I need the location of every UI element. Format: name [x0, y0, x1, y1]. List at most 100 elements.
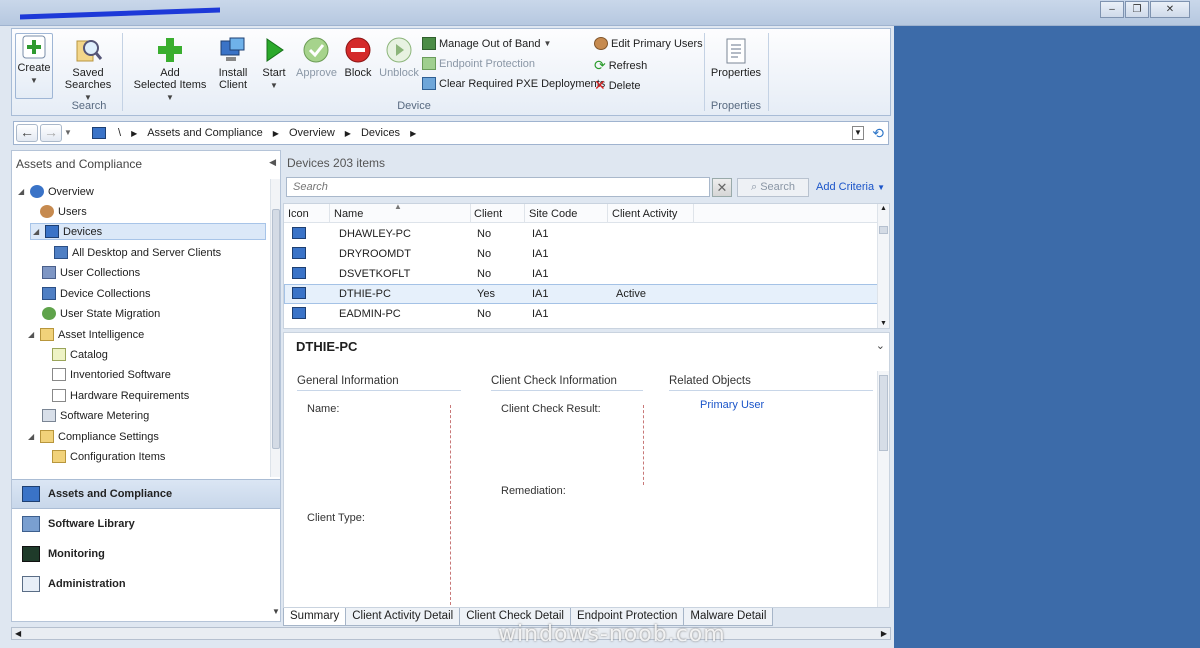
tab-summary[interactable]: Summary: [283, 608, 347, 626]
configuration-icon: [52, 450, 66, 463]
table-row[interactable]: DHAWLEY-PC No IA1: [284, 224, 878, 244]
approve-button[interactable]: Approve: [296, 35, 337, 79]
computer-icon: [292, 307, 306, 319]
related-objects-header: Related Objects: [669, 375, 873, 391]
column-site-code[interactable]: Site Code: [529, 208, 577, 220]
nav-scroll-down-icon[interactable]: ▼: [272, 607, 280, 616]
breadcrumb-separator-icon[interactable]: ▶: [273, 129, 279, 138]
close-button[interactable]: ✕: [1150, 1, 1190, 18]
tree-item-overview[interactable]: ◢ Overview: [18, 185, 94, 198]
table-row[interactable]: EADMIN-PC No IA1: [284, 304, 878, 324]
add-criteria-link[interactable]: Add Criteria ▼: [816, 181, 885, 193]
tree-scrollbar[interactable]: [270, 179, 280, 477]
workspace-software-library[interactable]: Software Library: [12, 509, 280, 539]
column-client[interactable]: Client: [474, 208, 502, 220]
address-refresh-button[interactable]: ⟲: [872, 125, 884, 142]
edit-primary-users-button[interactable]: Edit Primary Users: [594, 37, 703, 50]
tree-item-catalog[interactable]: Catalog: [52, 348, 108, 361]
tree-item-inventoried-software[interactable]: Inventoried Software: [52, 368, 171, 381]
details-scrollbar[interactable]: [877, 371, 889, 607]
tree-item-configuration-items[interactable]: Configuration Items: [52, 450, 165, 463]
forward-dropdown-icon[interactable]: ▼: [64, 124, 72, 142]
breadcrumb-assets[interactable]: Assets and Compliance: [147, 127, 263, 139]
pxe-icon: [422, 77, 436, 90]
breadcrumb-overview[interactable]: Overview: [289, 127, 335, 139]
delete-button[interactable]: ✕ Delete: [594, 77, 641, 94]
tree-item-compliance-settings[interactable]: ◢ Compliance Settings: [28, 430, 159, 443]
window-controls: – ❐ ✕: [1100, 1, 1190, 18]
expand-icon[interactable]: ◢: [28, 330, 36, 339]
install-client-button[interactable]: Install Client: [212, 35, 254, 91]
start-button[interactable]: Start ▼: [258, 35, 290, 92]
breadcrumb-separator-icon[interactable]: ▶: [131, 129, 137, 138]
column-name[interactable]: Name: [334, 208, 363, 220]
column-icon[interactable]: Icon: [288, 208, 309, 220]
tree-item-hardware-requirements[interactable]: Hardware Requirements: [52, 389, 189, 402]
breadcrumb-root[interactable]: \: [118, 127, 121, 139]
primary-user-link[interactable]: Primary User: [700, 399, 764, 411]
column-separator[interactable]: [607, 204, 608, 223]
client-type-label: Client Type:: [307, 512, 365, 524]
tree-item-devices[interactable]: ◢ Devices: [30, 223, 266, 240]
manage-out-of-band-button[interactable]: Manage Out of Band ▼: [422, 37, 551, 50]
add-selected-items-button[interactable]: Add Selected Items ▼: [130, 35, 210, 104]
collapse-pane-icon[interactable]: ◀: [269, 157, 276, 168]
expand-icon[interactable]: ◢: [33, 227, 41, 236]
column-separator[interactable]: [524, 204, 525, 223]
scroll-right-icon[interactable]: ▶: [881, 629, 887, 638]
scroll-thumb[interactable]: [272, 209, 280, 449]
minimize-button[interactable]: –: [1100, 1, 1124, 18]
create-button[interactable]: Create ▼: [15, 33, 53, 99]
horizontal-scrollbar[interactable]: ◀ ▶: [11, 627, 891, 640]
scroll-up-icon[interactable]: ▲: [880, 205, 887, 212]
tab-client-activity-detail[interactable]: Client Activity Detail: [345, 608, 461, 626]
column-client-activity[interactable]: Client Activity: [612, 208, 677, 220]
table-row-selected[interactable]: DTHIE-PC Yes IA1 Active: [284, 284, 878, 304]
workspace-monitoring[interactable]: Monitoring: [12, 539, 280, 569]
scroll-down-icon[interactable]: ▼: [880, 320, 887, 327]
column-separator[interactable]: [693, 204, 694, 223]
breadcrumb-separator-icon[interactable]: ▶: [410, 129, 416, 138]
scroll-left-icon[interactable]: ◀: [15, 629, 21, 638]
unblock-button[interactable]: Unblock: [378, 35, 420, 79]
column-separator[interactable]: [470, 204, 471, 223]
address-dropdown[interactable]: ▼: [852, 126, 864, 140]
folder-icon: [40, 328, 54, 341]
clear-search-button[interactable]: ✕: [712, 178, 732, 197]
breadcrumb-separator-icon[interactable]: ▶: [345, 129, 351, 138]
saved-searches-button[interactable]: Saved Searches ▼: [62, 35, 114, 104]
scroll-thumb[interactable]: [879, 375, 888, 451]
block-button[interactable]: Block: [340, 35, 376, 79]
breadcrumb-devices[interactable]: Devices: [361, 127, 400, 139]
properties-button[interactable]: Properties: [710, 37, 762, 79]
tree-item-all-desktop[interactable]: All Desktop and Server Clients: [54, 246, 221, 259]
tree-item-software-metering[interactable]: Software Metering: [42, 409, 149, 422]
table-row[interactable]: DSVETKOFLT No IA1: [284, 264, 878, 284]
endpoint-protection-button[interactable]: Endpoint Protection: [422, 57, 535, 70]
collapse-details-icon[interactable]: ⌄: [876, 339, 885, 352]
tree-item-asset-intelligence[interactable]: ◢ Asset Intelligence: [28, 328, 144, 341]
workspace-administration[interactable]: Administration: [12, 569, 280, 599]
table-row[interactable]: DRYROOMDT No IA1: [284, 244, 878, 264]
create-icon: [22, 35, 46, 59]
tree-item-user-state-migration[interactable]: User State Migration: [42, 307, 160, 320]
tree-item-users[interactable]: Users: [40, 205, 87, 218]
tree-item-user-collections[interactable]: User Collections: [42, 266, 140, 279]
forward-button[interactable]: →: [40, 124, 62, 142]
scroll-thumb[interactable]: [879, 226, 888, 234]
computer-icon: [292, 287, 306, 299]
tree-item-device-collections[interactable]: Device Collections: [42, 287, 150, 300]
search-input[interactable]: [286, 177, 710, 197]
back-button[interactable]: ←: [16, 124, 38, 142]
expand-icon[interactable]: ◢: [28, 432, 36, 441]
workspace-assets-and-compliance[interactable]: Assets and Compliance: [12, 479, 280, 509]
clear-pxe-button[interactable]: Clear Required PXE Deployments: [422, 77, 605, 90]
expand-icon[interactable]: ◢: [18, 187, 26, 196]
maximize-button[interactable]: ❐: [1125, 1, 1149, 18]
refresh-button[interactable]: ⟳ Refresh: [594, 57, 647, 74]
search-button[interactable]: ⌕ Search: [737, 178, 809, 197]
name-label: Name:: [307, 403, 340, 415]
properties-label: Properties: [710, 67, 762, 79]
column-separator[interactable]: [329, 204, 330, 223]
grid-scrollbar[interactable]: ▲ ▼: [877, 204, 889, 328]
